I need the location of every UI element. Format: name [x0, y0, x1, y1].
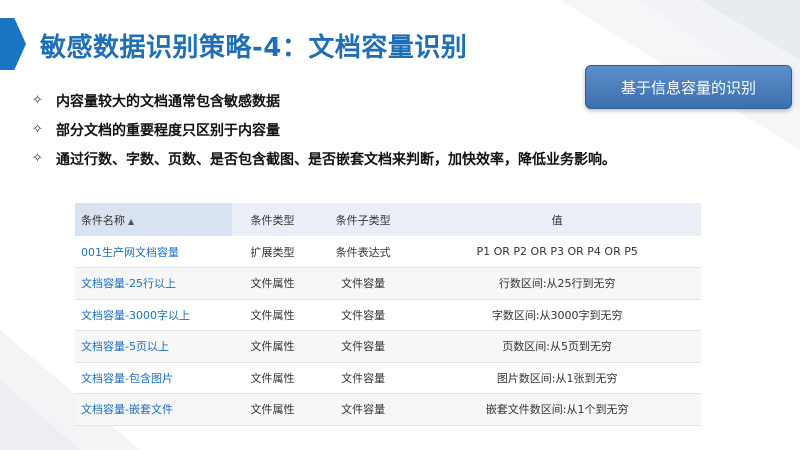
condition-type: 文件属性	[250, 371, 295, 385]
condition-value: 嵌套文件数区间:从1个到无穷	[485, 403, 629, 417]
condition-value: 字数区间:从3000字到无穷	[491, 308, 623, 322]
condition-subtype: 文件容量	[341, 403, 386, 417]
chevron-right-icon	[0, 18, 26, 70]
bullet-text: 部分文档的重要程度只区别于内容量	[56, 122, 280, 139]
bullet-list: ✧ 内容量较大的文档通常包含敏感数据 ✧ 部分文档的重要程度只区别于内容量 ✧ …	[32, 86, 616, 173]
condition-type: 文件属性	[250, 308, 295, 322]
condition-type: 文件属性	[250, 277, 295, 291]
table-row: 文档容量-包含图片 文件属性 文件容量 图片数区间:从1张到无穷	[75, 362, 701, 394]
table-row: 文档容量-5页以上 文件属性 文件容量 页数区间:从5页到无穷	[75, 330, 701, 363]
condition-type: 文件属性	[250, 340, 295, 354]
column-header-type[interactable]: 条件类型	[232, 203, 313, 236]
diamond-bullet-icon: ✧	[32, 122, 43, 137]
table-row: 文档容量-3000字以上 文件属性 文件容量 字数区间:从3000字到无穷	[75, 299, 701, 331]
table-header-row: 条件名称 ▲ 条件类型 条件子类型 值	[75, 203, 701, 236]
condition-subtype: 文件容量	[341, 340, 386, 354]
table-row: 文档容量-25行以上 文件属性 文件容量 行数区间:从25行到无穷	[75, 267, 701, 300]
page-title: 敏感数据识别策略-4：文档容量识别	[40, 33, 468, 63]
condition-subtype: 文件容量	[341, 308, 386, 322]
condition-value: 页数区间:从5页到无穷	[502, 340, 613, 354]
column-header-value[interactable]: 值	[413, 203, 701, 236]
condition-subtype: 条件表达式	[335, 245, 391, 259]
condition-type: 文件属性	[250, 403, 295, 417]
condition-value: P1 OR P2 OR P3 OR P4 OR P5	[476, 245, 638, 258]
condition-name-link[interactable]: 001生产网文档容量	[75, 236, 232, 268]
condition-name-link[interactable]: 文档容量-3000字以上	[75, 299, 232, 331]
condition-value: 行数区间:从25行到无穷	[498, 277, 616, 291]
condition-name-link[interactable]: 文档容量-包含图片	[75, 362, 232, 394]
diamond-bullet-icon: ✧	[32, 151, 43, 166]
bullet-text: 内容量较大的文档通常包含敏感数据	[56, 93, 280, 110]
bullet-text: 通过行数、字数、页数、是否包含截图、是否嵌套文档来判断，加快效率，降低业务影响。	[56, 151, 616, 168]
condition-value: 图片数区间:从1张到无穷	[496, 371, 618, 385]
condition-table: 条件名称 ▲ 条件类型 条件子类型 值 001生产网文档容量 扩展类型 条件表达式…	[75, 203, 701, 426]
diamond-bullet-icon: ✧	[32, 93, 43, 108]
table-row: 文档容量-嵌套文件 文件属性 文件容量 嵌套文件数区间:从1个到无穷	[75, 393, 701, 426]
condition-name-link[interactable]: 文档容量-5页以上	[75, 331, 232, 363]
column-header-subtype[interactable]: 条件子类型	[313, 203, 413, 236]
condition-subtype: 文件容量	[341, 277, 386, 291]
info-capacity-badge: 基于信息容量的识别	[585, 65, 792, 109]
sort-asc-icon[interactable]: ▲	[128, 217, 134, 226]
bullet-item: ✧ 内容量较大的文档通常包含敏感数据	[32, 86, 616, 115]
column-header-name[interactable]: 条件名称 ▲	[75, 203, 232, 236]
condition-name-link[interactable]: 文档容量-25行以上	[75, 268, 232, 300]
table-row: 001生产网文档容量 扩展类型 条件表达式 P1 OR P2 OR P3 OR …	[75, 236, 701, 268]
condition-type: 扩展类型	[250, 245, 295, 259]
bullet-item: ✧ 通过行数、字数、页数、是否包含截图、是否嵌套文档来判断，加快效率，降低业务影…	[32, 144, 616, 173]
condition-subtype: 文件容量	[341, 371, 386, 385]
condition-name-link[interactable]: 文档容量-嵌套文件	[75, 394, 232, 426]
bullet-item: ✧ 部分文档的重要程度只区别于内容量	[32, 115, 616, 144]
